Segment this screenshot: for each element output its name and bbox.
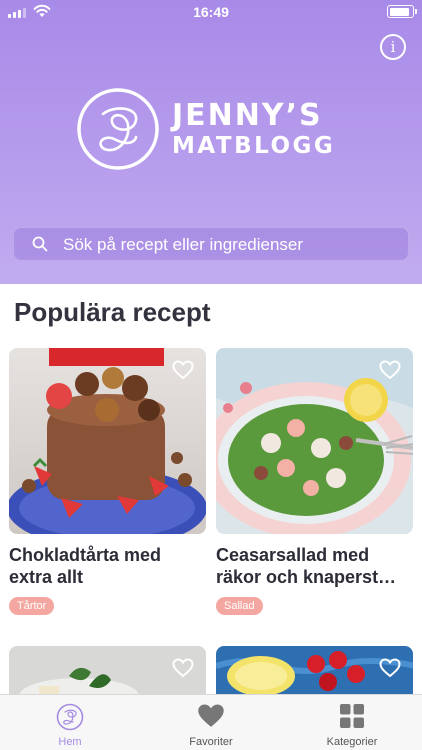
status-time: 16:49 [193,4,229,20]
section-title: Populära recept [14,297,211,327]
tab-label: Kategorier [326,736,378,748]
tab-label: Favoriter [189,736,233,748]
info-button[interactable]: i [380,34,406,60]
logo-line-1: JENNY’S [172,98,323,133]
status-bar: 16:49 [0,0,422,24]
logo-icon [77,88,159,170]
grid-icon [340,704,364,728]
search-placeholder: Sök på recept eller ingredienser [63,235,304,254]
tab-home[interactable]: Hem [0,695,140,750]
category-tag[interactable]: Sallad [216,597,263,615]
tab-categories[interactable]: Kategorier [282,695,422,750]
favorite-heart-icon[interactable] [379,360,401,380]
favorite-heart-icon[interactable] [172,658,194,678]
favorite-heart-icon[interactable] [379,658,401,678]
header: 16:49 i JENNY’S MATBLOGG Sök på recept e… [0,0,422,284]
logo-line-2: MATBLOGG [172,133,336,159]
battery-icon [387,5,417,18]
recipe-title: Ceasarsallad med räkor och knaperst… [216,545,397,587]
search-input[interactable]: Sök på recept eller ingredienser [13,227,409,261]
recipe-title: Chokladtårta med extra allt [9,545,162,587]
search-icon [32,236,48,252]
favorite-heart-icon[interactable] [172,360,194,380]
recipe-photo [9,348,206,534]
tab-label: Hem [58,736,82,748]
home-logo-icon [56,703,84,731]
recipe-card[interactable]: Ceasarsallad med räkor och knaperst… Sal… [216,348,413,615]
logo-wordmark: JENNY’S MATBLOGG [172,100,335,162]
tab-bar: Hem Favoriter Kategorier [0,694,422,750]
tab-favorites[interactable]: Favoriter [141,695,281,750]
recipe-photo [216,348,413,534]
category-tag[interactable]: Tårtor [9,597,55,615]
recipe-card[interactable]: Chokladtårta med extra allt Tårtor [9,348,206,615]
heart-icon [198,704,224,727]
